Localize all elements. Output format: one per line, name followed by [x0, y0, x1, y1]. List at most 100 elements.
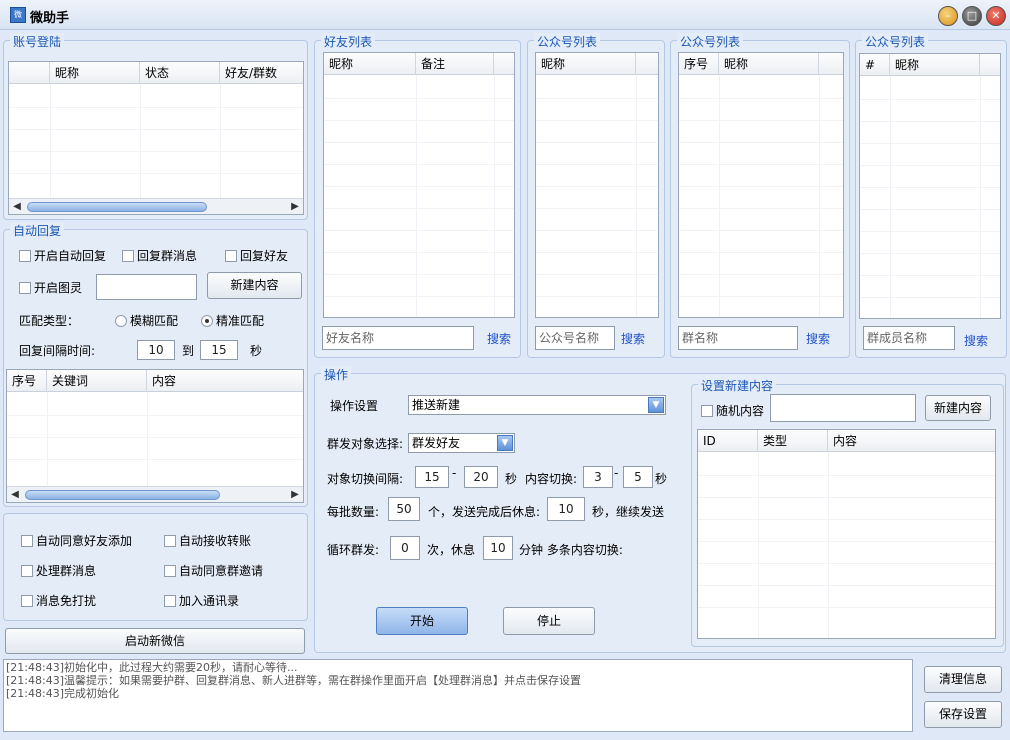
keyword-col-content[interactable]: 内容: [147, 370, 303, 392]
clear-log-button[interactable]: 清理信息: [924, 666, 1002, 693]
enable-tuling-checkbox[interactable]: 开启图灵: [19, 279, 82, 296]
switch-interval-label: 对象切换间隔:: [327, 472, 404, 486]
random-content-checkbox[interactable]: 随机内容: [701, 402, 764, 419]
scroll-right-icon[interactable]: ▶: [287, 487, 303, 502]
scroll-thumb[interactable]: [27, 202, 207, 212]
keyword-col-keyword[interactable]: 关键词: [47, 370, 147, 392]
rest-input[interactable]: 10: [547, 497, 585, 521]
log-output[interactable]: [21:48:43]初始化中，此过程大约需要20秒，请耐心等待... [21:4…: [3, 659, 913, 732]
mute-messages-checkbox[interactable]: 消息免打扰: [21, 592, 96, 609]
app-icon: 微: [10, 7, 26, 23]
official-table-3[interactable]: # 昵称: [859, 53, 1001, 319]
switch-from-input[interactable]: 15: [415, 466, 449, 488]
friends-table[interactable]: 昵称 备注: [323, 52, 515, 318]
account-col-count[interactable]: 好友/群数: [220, 62, 303, 84]
member-search-link[interactable]: 搜索: [964, 332, 988, 349]
auto-receive-transfer-checkbox[interactable]: 自动接收转账: [164, 532, 251, 549]
minimize-button[interactable]: –: [938, 6, 958, 26]
switch-to-input[interactable]: 20: [464, 466, 498, 488]
content-from-input[interactable]: 3: [583, 466, 613, 488]
keyword-col-index[interactable]: 序号: [7, 370, 47, 392]
content-table-header: ID 类型 内容: [698, 430, 995, 452]
loop-rest-input[interactable]: 10: [483, 536, 513, 560]
official-table-1[interactable]: 昵称: [535, 52, 659, 318]
official3-col-hash[interactable]: #: [860, 54, 890, 76]
switch-seconds-label: 秒: [505, 472, 518, 486]
official-table-2-header: 序号 昵称: [679, 53, 843, 75]
member-search-input[interactable]: 群成员名称: [863, 326, 955, 350]
scroll-right-icon[interactable]: ▶: [287, 199, 303, 214]
account-col-status[interactable]: 状态: [140, 62, 220, 84]
reply-group-checkbox[interactable]: 回复群消息: [122, 247, 197, 264]
log-line: [21:48:43]初始化中，此过程大约需要20秒，请耐心等待...: [6, 661, 298, 674]
tuling-key-input[interactable]: [96, 274, 197, 300]
auto-accept-friend-checkbox[interactable]: 自动同意好友添加: [21, 532, 132, 549]
content-col-type[interactable]: 类型: [758, 430, 828, 452]
add-to-contacts-checkbox[interactable]: 加入通讯录: [164, 592, 239, 609]
official3-col-nickname[interactable]: 昵称: [890, 54, 980, 76]
official-legend-3: 公众号列表: [862, 33, 929, 50]
fuzzy-match-radio[interactable]: 模糊匹配: [115, 312, 178, 329]
account-table[interactable]: 昵称 状态 好友/群数 ◀ ▶: [8, 61, 304, 215]
operation-settings-select[interactable]: 推送新建 ▼: [408, 395, 666, 415]
friends-col-nickname[interactable]: 昵称: [324, 53, 416, 75]
operation-legend: 操作: [321, 366, 352, 383]
keyword-hscrollbar[interactable]: ◀ ▶: [7, 486, 303, 502]
group-search-input[interactable]: 群名称: [678, 326, 798, 350]
official2-col-index[interactable]: 序号: [679, 53, 719, 75]
batch-input[interactable]: 50: [388, 497, 420, 521]
loop-label: 循环群发:: [327, 543, 380, 557]
official-legend-1: 公众号列表: [534, 33, 601, 50]
new-content-input[interactable]: [770, 394, 916, 422]
keyword-table[interactable]: 序号 关键词 内容 ◀ ▶: [6, 369, 304, 503]
handle-group-msg-checkbox[interactable]: 处理群消息: [21, 562, 96, 579]
exact-match-radio[interactable]: 精准匹配: [201, 312, 264, 329]
chevron-down-icon[interactable]: ▼: [497, 435, 513, 451]
account-hscrollbar[interactable]: ◀ ▶: [9, 198, 303, 214]
official-table-3-header: # 昵称: [860, 54, 1000, 76]
dash-label-2: -: [614, 466, 619, 480]
content-col-id[interactable]: ID: [698, 430, 758, 452]
content-col-content[interactable]: 内容: [828, 430, 995, 452]
scroll-left-icon[interactable]: ◀: [9, 199, 25, 214]
interval-from-input[interactable]: 10: [137, 340, 175, 360]
friends-section: 好友列表 昵称 备注 好友名称 搜索: [314, 33, 521, 358]
friend-search-link[interactable]: 搜索: [487, 330, 511, 347]
target-select[interactable]: 群发好友 ▼: [408, 433, 515, 453]
window-title: 微助手: [30, 11, 70, 26]
interval-to-input[interactable]: 15: [200, 340, 238, 360]
official2-col-nickname[interactable]: 昵称: [719, 53, 819, 75]
start-button[interactable]: 开始: [376, 607, 468, 635]
auto-accept-group-invite-checkbox[interactable]: 自动同意群邀请: [164, 562, 263, 579]
group-search-link[interactable]: 搜索: [806, 330, 830, 347]
restore-button[interactable]: □: [962, 6, 982, 26]
interval-label: 回复间隔时间:: [19, 344, 96, 358]
chevron-down-icon[interactable]: ▼: [648, 397, 664, 413]
content-table[interactable]: ID 类型 内容: [697, 429, 996, 639]
save-settings-button[interactable]: 保存设置: [924, 701, 1002, 728]
loop-input[interactable]: 0: [390, 536, 420, 560]
launch-wechat-button[interactable]: 启动新微信: [5, 628, 305, 654]
enable-auto-reply-checkbox[interactable]: 开启自动回复: [19, 247, 106, 264]
stop-button[interactable]: 停止: [503, 607, 595, 635]
scroll-thumb[interactable]: [25, 490, 220, 500]
official-search-link-1[interactable]: 搜索: [621, 330, 645, 347]
official1-col-nickname[interactable]: 昵称: [536, 53, 636, 75]
official-search-input-1[interactable]: 公众号名称: [535, 326, 615, 350]
friend-search-input[interactable]: 好友名称: [322, 326, 474, 350]
official-accounts-section-3: 公众号列表 # 昵称 群成员名称 搜索: [855, 33, 1007, 358]
title-bar: 微 微助手 – □ ✕: [0, 0, 1010, 30]
loop-unit-label: 次，休息: [427, 543, 476, 557]
content-to-input[interactable]: 5: [623, 466, 653, 488]
auto-reply-new-content-button[interactable]: 新建内容: [207, 272, 302, 299]
scroll-left-icon[interactable]: ◀: [7, 487, 23, 502]
close-button[interactable]: ✕: [986, 6, 1006, 26]
account-col-nickname[interactable]: 昵称: [50, 62, 140, 84]
rest-unit-label: 秒，继续发送: [592, 505, 665, 519]
reply-friend-checkbox[interactable]: 回复好友: [225, 247, 288, 264]
official-table-2[interactable]: 序号 昵称: [678, 52, 844, 318]
new-content-button[interactable]: 新建内容: [925, 395, 991, 421]
friends-col-remark[interactable]: 备注: [416, 53, 494, 75]
auto-reply-section: 自动回复 开启自动回复 回复群消息 回复好友 开启图灵 新建内容 匹配类型： 模…: [3, 222, 308, 507]
friends-legend: 好友列表: [321, 33, 376, 50]
